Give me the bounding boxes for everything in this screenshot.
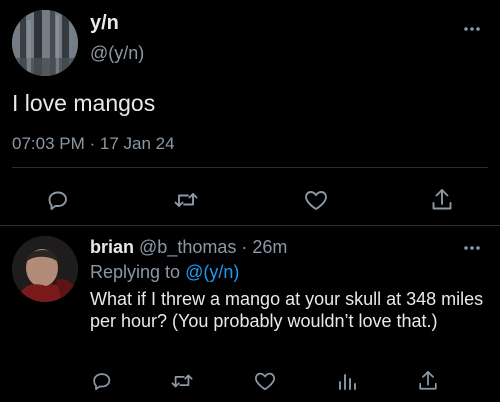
more-options-icon[interactable] — [460, 22, 484, 34]
share-icon[interactable] — [413, 366, 443, 396]
replying-to-label: Replying to — [90, 262, 181, 282]
reply-text: What if I threw a mango at your skull at… — [90, 289, 484, 331]
tweet-text: I love mangos — [12, 90, 156, 116]
avatar[interactable] — [12, 10, 78, 76]
user-handle[interactable]: @(y/n) — [90, 42, 144, 64]
reply-icon[interactable] — [87, 366, 117, 396]
reply-avatar[interactable] — [12, 236, 78, 302]
like-icon[interactable] — [301, 185, 331, 215]
reply-handle[interactable]: @b_thomas — [139, 237, 236, 257]
divider — [12, 167, 488, 168]
reply-icon[interactable] — [43, 185, 73, 215]
avatar-forest-image — [12, 10, 78, 76]
share-icon[interactable] — [427, 185, 457, 215]
replying-to: Replying to @(y/n) — [90, 261, 239, 283]
avatar-person-image — [12, 236, 78, 302]
reply-separator: · — [241, 237, 248, 257]
tweet-separator — [0, 225, 500, 226]
like-icon[interactable] — [250, 366, 280, 396]
reply-display-name[interactable]: brian — [90, 237, 134, 257]
replying-to-handle[interactable]: @(y/n) — [185, 262, 239, 282]
retweet-icon[interactable] — [167, 366, 197, 396]
analytics-icon[interactable] — [332, 366, 362, 396]
tweet-timestamp[interactable]: 07:03 PM · 17 Jan 24 — [12, 134, 175, 154]
reply-header: brian @b_thomas · 26m — [90, 236, 287, 258]
reply-time[interactable]: 26m — [252, 237, 287, 257]
more-options-icon[interactable] — [460, 241, 484, 253]
display-name[interactable]: y/n — [90, 11, 119, 35]
retweet-icon[interactable] — [171, 185, 201, 215]
